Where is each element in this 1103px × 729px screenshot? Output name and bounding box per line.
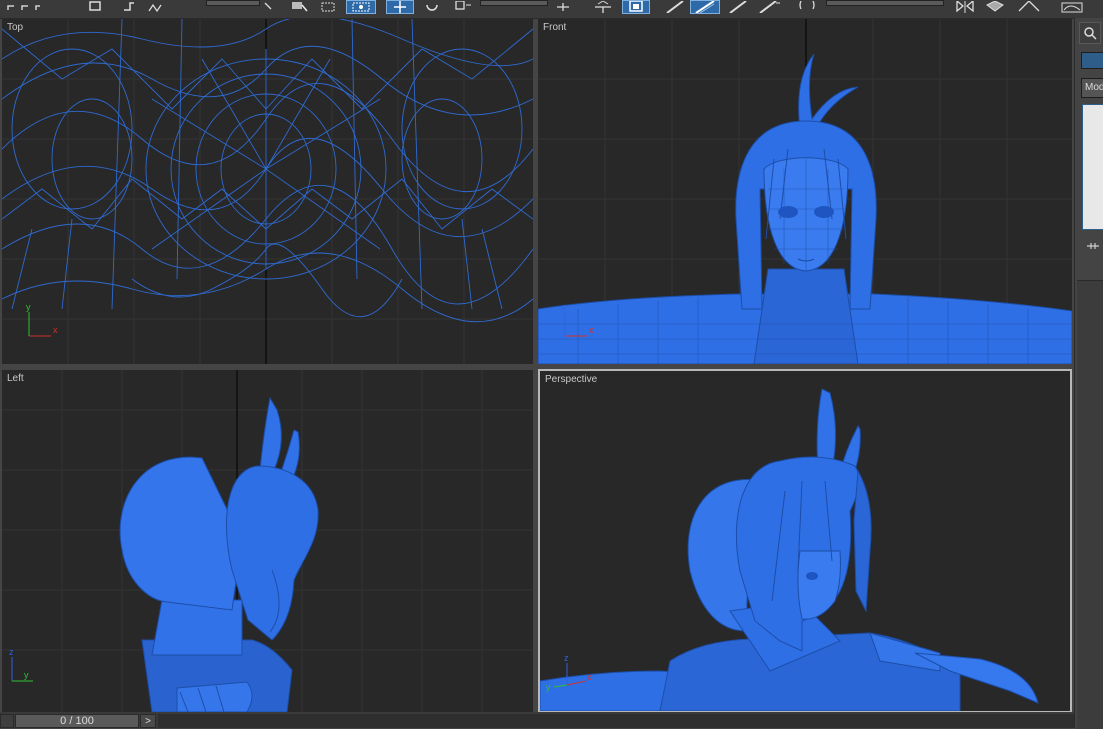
angle-snap-icon[interactable] (690, 0, 720, 14)
hair-wireframe (2, 19, 533, 323)
svg-text:z: z (9, 647, 14, 657)
svg-text:x: x (589, 325, 594, 335)
select-move-icon[interactable] (386, 0, 414, 14)
command-panel: Mod (1074, 18, 1103, 729)
svg-text:y: y (546, 682, 551, 692)
time-slider[interactable]: 0 / 100 (15, 714, 139, 728)
svg-text:z: z (564, 653, 569, 663)
viewport-perspective[interactable]: Perspective z x y (538, 369, 1072, 713)
svg-text:x: x (53, 325, 58, 335)
left-shaded-view: z y (2, 370, 533, 712)
time-slider-bar: 0 / 100 > (0, 712, 1074, 728)
perspective-shaded-view: z x y (540, 388, 1039, 711)
mirror-icon[interactable] (952, 0, 978, 14)
modify-icon[interactable] (1079, 22, 1101, 44)
viewport-front[interactable]: Front z x (538, 19, 1072, 364)
spinner-snap-icon[interactable] (755, 0, 783, 14)
modifier-rollout (1077, 280, 1103, 729)
viewport-label[interactable]: Top (7, 22, 23, 33)
time-slider-track-left[interactable] (0, 714, 14, 728)
next-frame-button[interactable]: > (140, 714, 156, 728)
timeline-track[interactable] (158, 714, 1074, 728)
pin-stack-icon[interactable] (1085, 240, 1101, 252)
bind-spacewarp-icon[interactable] (146, 0, 164, 14)
top-wireframe-view: y x (2, 19, 533, 364)
select-manipulate-icon[interactable] (591, 0, 615, 14)
character-model-front (538, 53, 1072, 364)
select-link-icon[interactable] (86, 0, 104, 14)
viewport-top[interactable]: Top y x (2, 19, 533, 364)
svg-text:y: y (24, 670, 29, 680)
character-model-perspective (540, 388, 1039, 711)
align-icon[interactable] (982, 0, 1008, 14)
edit-named-selection-icon[interactable] (796, 0, 818, 14)
snaps-toggle-icon[interactable] (662, 0, 688, 14)
modifier-list-dropdown[interactable]: Mod (1081, 78, 1103, 98)
select-object-icon[interactable] (262, 0, 274, 14)
select-rotate-icon[interactable] (422, 0, 442, 14)
viewport-label[interactable]: Front (543, 22, 566, 33)
svg-text:z: z (562, 302, 567, 312)
svg-text:y: y (26, 302, 31, 312)
layer-manager-icon[interactable] (1016, 0, 1042, 14)
reference-coordinate-dropdown[interactable] (480, 0, 548, 6)
rectangular-selection-icon[interactable] (318, 0, 340, 14)
front-shaded-view: z x (538, 19, 1072, 364)
svg-text:x: x (587, 672, 592, 682)
unlink-icon[interactable] (120, 0, 138, 14)
viewport-label[interactable]: Perspective (545, 374, 597, 385)
named-selection-dropdown[interactable] (826, 0, 944, 6)
window-crossing-icon[interactable] (346, 0, 376, 14)
curve-editor-icon[interactable] (1058, 0, 1086, 14)
select-scale-icon[interactable] (452, 0, 474, 14)
main-toolbar (0, 0, 1103, 19)
use-pivot-center-icon[interactable] (552, 0, 574, 14)
select-by-name-icon[interactable] (289, 0, 311, 14)
axis-tripod-left: z y (9, 647, 33, 682)
percent-snap-icon[interactable] (725, 0, 751, 14)
character-model-left (119, 396, 319, 712)
selection-filter-dropdown[interactable] (206, 0, 260, 6)
modifier-stack-list[interactable] (1082, 104, 1103, 230)
keyboard-shortcut-override-icon[interactable] (622, 0, 650, 14)
undo-icon[interactable] (4, 0, 44, 14)
viewport-label[interactable]: Left (7, 373, 24, 384)
object-name-field[interactable] (1081, 52, 1103, 69)
viewport-left[interactable]: Left z y (2, 370, 533, 712)
